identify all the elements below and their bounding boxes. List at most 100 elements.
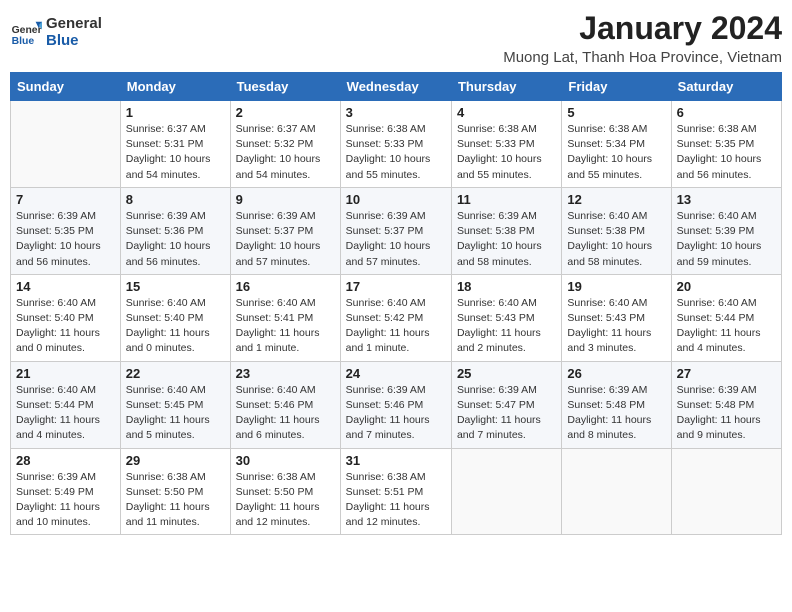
calendar-cell: 20 Sunrise: 6:40 AM Sunset: 5:44 PM Dayli… (671, 274, 781, 361)
calendar-cell: 17 Sunrise: 6:40 AM Sunset: 5:42 PM Dayli… (340, 274, 451, 361)
weekday-header-tuesday: Tuesday (230, 73, 340, 101)
day-info: Sunrise: 6:39 AM Sunset: 5:46 PM Dayligh… (346, 383, 446, 444)
day-info: Sunrise: 6:40 AM Sunset: 5:41 PM Dayligh… (236, 296, 335, 357)
svg-text:General: General (12, 25, 42, 36)
calendar-cell: 18 Sunrise: 6:40 AM Sunset: 5:43 PM Dayli… (451, 274, 561, 361)
calendar-cell: 21Sunrise: 6:40 AM Sunset: 5:44 PM Dayli… (11, 361, 121, 448)
calendar-cell (11, 101, 121, 188)
logo-blue-text: Blue (46, 33, 102, 50)
calendar-cell (562, 448, 671, 535)
day-number: 24 (346, 366, 446, 381)
calendar-cell: 15 Sunrise: 6:40 AM Sunset: 5:40 PM Dayli… (120, 274, 230, 361)
day-number: 28 (16, 453, 115, 468)
day-number: 22 (126, 366, 225, 381)
day-number: 1 (126, 105, 225, 120)
weekday-header-saturday: Saturday (671, 73, 781, 101)
week-row-4: 21Sunrise: 6:40 AM Sunset: 5:44 PM Dayli… (11, 361, 782, 448)
calendar-cell (671, 448, 781, 535)
day-info: Sunrise: 6:40 AM Sunset: 5:40 PM Dayligh… (126, 296, 225, 357)
day-number: 13 (677, 192, 776, 207)
calendar-cell: 16Sunrise: 6:40 AM Sunset: 5:41 PM Dayli… (230, 274, 340, 361)
day-info: Sunrise: 6:38 AM Sunset: 5:50 PM Dayligh… (126, 470, 225, 531)
day-number: 25 (457, 366, 556, 381)
day-info: Sunrise: 6:40 AM Sunset: 5:42 PM Dayligh… (346, 296, 446, 357)
day-info: Sunrise: 6:39 AM Sunset: 5:48 PM Dayligh… (677, 383, 776, 444)
calendar-cell: 29Sunrise: 6:38 AM Sunset: 5:50 PM Dayli… (120, 448, 230, 535)
day-info: Sunrise: 6:39 AM Sunset: 5:35 PM Dayligh… (16, 209, 115, 270)
day-info: Sunrise: 6:40 AM Sunset: 5:43 PM Dayligh… (457, 296, 556, 357)
calendar-cell: 25Sunrise: 6:39 AM Sunset: 5:47 PM Dayli… (451, 361, 561, 448)
day-info: Sunrise: 6:39 AM Sunset: 5:36 PM Dayligh… (126, 209, 225, 270)
day-number: 14 (16, 279, 115, 294)
calendar-cell: 1 Sunrise: 6:37 AM Sunset: 5:31 PM Daylig… (120, 101, 230, 188)
calendar-cell: 2Sunrise: 6:37 AM Sunset: 5:32 PM Daylig… (230, 101, 340, 188)
day-info: Sunrise: 6:38 AM Sunset: 5:51 PM Dayligh… (346, 470, 446, 531)
page-header: General Blue General Blue January 2024 M… (10, 10, 782, 66)
day-number: 17 (346, 279, 446, 294)
day-number: 8 (126, 192, 225, 207)
calendar-cell: 31Sunrise: 6:38 AM Sunset: 5:51 PM Dayli… (340, 448, 451, 535)
day-info: Sunrise: 6:40 AM Sunset: 5:40 PM Dayligh… (16, 296, 115, 357)
day-info: Sunrise: 6:40 AM Sunset: 5:43 PM Dayligh… (567, 296, 665, 357)
weekday-header-row: SundayMondayTuesdayWednesdayThursdayFrid… (11, 73, 782, 101)
weekday-header-monday: Monday (120, 73, 230, 101)
day-info: Sunrise: 6:38 AM Sunset: 5:33 PM Dayligh… (346, 122, 446, 183)
day-info: Sunrise: 6:39 AM Sunset: 5:48 PM Dayligh… (567, 383, 665, 444)
day-info: Sunrise: 6:38 AM Sunset: 5:34 PM Dayligh… (567, 122, 665, 183)
day-info: Sunrise: 6:39 AM Sunset: 5:37 PM Dayligh… (236, 209, 335, 270)
day-info: Sunrise: 6:40 AM Sunset: 5:44 PM Dayligh… (677, 296, 776, 357)
day-info: Sunrise: 6:38 AM Sunset: 5:35 PM Dayligh… (677, 122, 776, 183)
day-number: 20 (677, 279, 776, 294)
calendar-cell: 14 Sunrise: 6:40 AM Sunset: 5:40 PM Dayli… (11, 274, 121, 361)
calendar-cell: 19Sunrise: 6:40 AM Sunset: 5:43 PM Dayli… (562, 274, 671, 361)
week-row-1: 1 Sunrise: 6:37 AM Sunset: 5:31 PM Daylig… (11, 101, 782, 188)
day-number: 15 (126, 279, 225, 294)
day-number: 26 (567, 366, 665, 381)
location-subtitle: Muong Lat, Thanh Hoa Province, Vietnam (503, 49, 782, 66)
day-info: Sunrise: 6:40 AM Sunset: 5:45 PM Dayligh… (126, 383, 225, 444)
day-number: 11 (457, 192, 556, 207)
logo: General Blue General Blue (10, 10, 102, 55)
calendar-table: SundayMondayTuesdayWednesdayThursdayFrid… (10, 72, 782, 535)
day-info: Sunrise: 6:39 AM Sunset: 5:37 PM Dayligh… (346, 209, 446, 270)
calendar-cell: 28 Sunrise: 6:39 AM Sunset: 5:49 PM Dayli… (11, 448, 121, 535)
day-info: Sunrise: 6:40 AM Sunset: 5:44 PM Dayligh… (16, 383, 115, 444)
calendar-cell: 27 Sunrise: 6:39 AM Sunset: 5:48 PM Dayli… (671, 361, 781, 448)
calendar-cell: 7 Sunrise: 6:39 AM Sunset: 5:35 PM Daylig… (11, 187, 121, 274)
calendar-cell: 8 Sunrise: 6:39 AM Sunset: 5:36 PM Daylig… (120, 187, 230, 274)
calendar-cell: 13 Sunrise: 6:40 AM Sunset: 5:39 PM Dayli… (671, 187, 781, 274)
day-info: Sunrise: 6:39 AM Sunset: 5:49 PM Dayligh… (16, 470, 115, 531)
calendar-cell: 24 Sunrise: 6:39 AM Sunset: 5:46 PM Dayli… (340, 361, 451, 448)
calendar-cell: 11 Sunrise: 6:39 AM Sunset: 5:38 PM Dayli… (451, 187, 561, 274)
day-number: 30 (236, 453, 335, 468)
weekday-header-wednesday: Wednesday (340, 73, 451, 101)
calendar-cell: 9 Sunrise: 6:39 AM Sunset: 5:37 PM Daylig… (230, 187, 340, 274)
day-number: 12 (567, 192, 665, 207)
day-number: 3 (346, 105, 446, 120)
day-number: 6 (677, 105, 776, 120)
week-row-2: 7 Sunrise: 6:39 AM Sunset: 5:35 PM Daylig… (11, 187, 782, 274)
logo-icon: General Blue (10, 17, 42, 49)
calendar-cell: 23 Sunrise: 6:40 AM Sunset: 5:46 PM Dayli… (230, 361, 340, 448)
day-info: Sunrise: 6:40 AM Sunset: 5:39 PM Dayligh… (677, 209, 776, 270)
day-info: Sunrise: 6:40 AM Sunset: 5:46 PM Dayligh… (236, 383, 335, 444)
month-title: January 2024 (503, 10, 782, 47)
day-info: Sunrise: 6:37 AM Sunset: 5:31 PM Dayligh… (126, 122, 225, 183)
calendar-cell: 30 Sunrise: 6:38 AM Sunset: 5:50 PM Dayli… (230, 448, 340, 535)
day-number: 9 (236, 192, 335, 207)
day-number: 10 (346, 192, 446, 207)
day-number: 5 (567, 105, 665, 120)
weekday-header-thursday: Thursday (451, 73, 561, 101)
day-number: 23 (236, 366, 335, 381)
calendar-cell (451, 448, 561, 535)
day-number: 18 (457, 279, 556, 294)
day-number: 7 (16, 192, 115, 207)
calendar-cell: 26 Sunrise: 6:39 AM Sunset: 5:48 PM Dayli… (562, 361, 671, 448)
day-info: Sunrise: 6:37 AM Sunset: 5:32 PM Dayligh… (236, 122, 335, 183)
day-info: Sunrise: 6:39 AM Sunset: 5:38 PM Dayligh… (457, 209, 556, 270)
calendar-cell: 22 Sunrise: 6:40 AM Sunset: 5:45 PM Dayli… (120, 361, 230, 448)
day-info: Sunrise: 6:38 AM Sunset: 5:33 PM Dayligh… (457, 122, 556, 183)
week-row-3: 14 Sunrise: 6:40 AM Sunset: 5:40 PM Dayli… (11, 274, 782, 361)
day-number: 27 (677, 366, 776, 381)
day-info: Sunrise: 6:38 AM Sunset: 5:50 PM Dayligh… (236, 470, 335, 531)
